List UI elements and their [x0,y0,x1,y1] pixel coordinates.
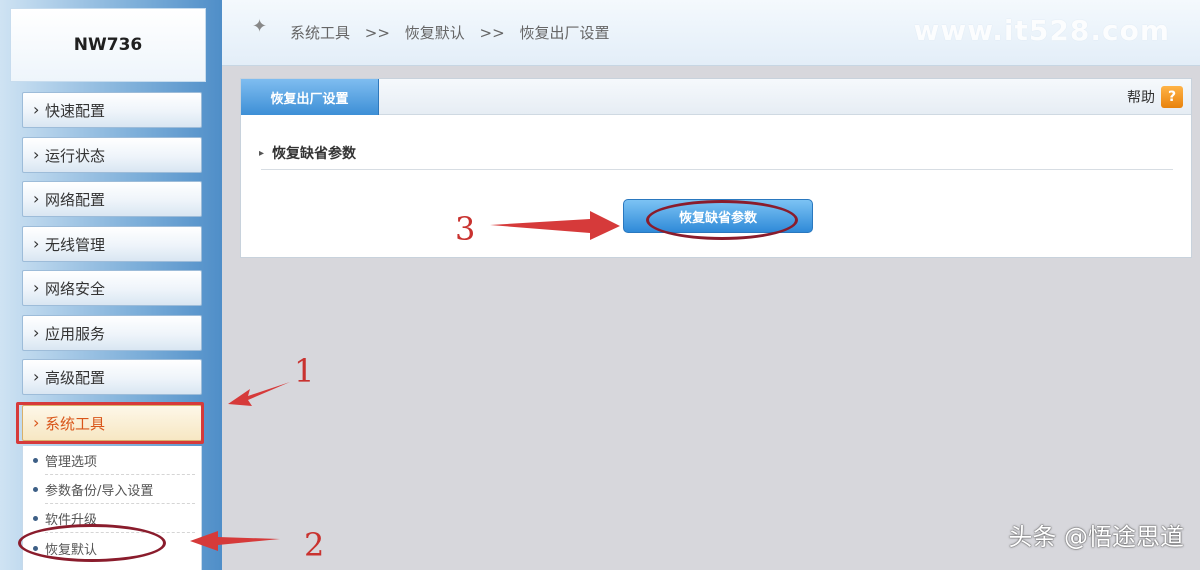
section-title: 恢复缺省参数 [259,143,356,163]
breadcrumb-system-tools[interactable]: 系统工具 [290,24,350,42]
annotation-ellipse-restore-default [18,524,166,562]
help-link[interactable]: 帮助 ? [1127,85,1183,109]
submenu-backup-import[interactable]: 参数备份/导入设置 [23,475,203,503]
menu-network-security[interactable]: 网络安全 [22,270,202,306]
menu-quick-setup[interactable]: 快速配置 [22,92,202,128]
site-watermark: www.it528.com [913,14,1170,47]
breadcrumb-restore-default[interactable]: 恢复默认 [405,24,465,42]
brand-box: NW736 [10,8,206,82]
menu-application-services[interactable]: 应用服务 [22,315,202,351]
breadcrumb-factory-reset: 恢复出厂设置 [519,24,610,42]
highlight-box-system-tools [16,402,204,444]
section-divider [261,169,1173,170]
annotation-step-1: 1 [294,352,315,390]
breadcrumb-separator: >> [364,24,390,42]
submenu-management-options[interactable]: 管理选项 [23,446,203,474]
menu-wireless-management[interactable]: 无线管理 [22,226,202,262]
panel-header: 恢复出厂设置 帮助 ? [241,79,1191,115]
help-label: 帮助 [1127,90,1155,106]
sparkle-icon: ✦ [252,16,268,37]
footer-watermark: 头条 @悟途思道 [1008,523,1184,551]
header-bar: ✦ 系统工具 >> 恢复默认 >> 恢复出厂设置 www.it528.com [222,0,1200,66]
annotation-step-2: 2 [304,526,325,564]
breadcrumb: 系统工具 >> 恢复默认 >> 恢复出厂设置 [290,22,619,43]
breadcrumb-separator: >> [479,24,505,42]
brand-title: NW736 [73,35,143,55]
main-content: ✦ 系统工具 >> 恢复默认 >> 恢复出厂设置 www.it528.com 恢… [222,0,1200,570]
sidebar: NW736 快速配置 运行状态 网络配置 无线管理 网络安全 应用服务 高级配置… [0,0,222,570]
annotation-ellipse-button [646,200,798,240]
menu-running-status[interactable]: 运行状态 [22,137,202,173]
menu-advanced-config[interactable]: 高级配置 [22,359,202,395]
tab-factory-reset[interactable]: 恢复出厂设置 [241,79,379,115]
annotation-step-3: 3 [455,210,476,248]
menu-network-config[interactable]: 网络配置 [22,181,202,217]
help-icon[interactable]: ? [1161,86,1183,108]
